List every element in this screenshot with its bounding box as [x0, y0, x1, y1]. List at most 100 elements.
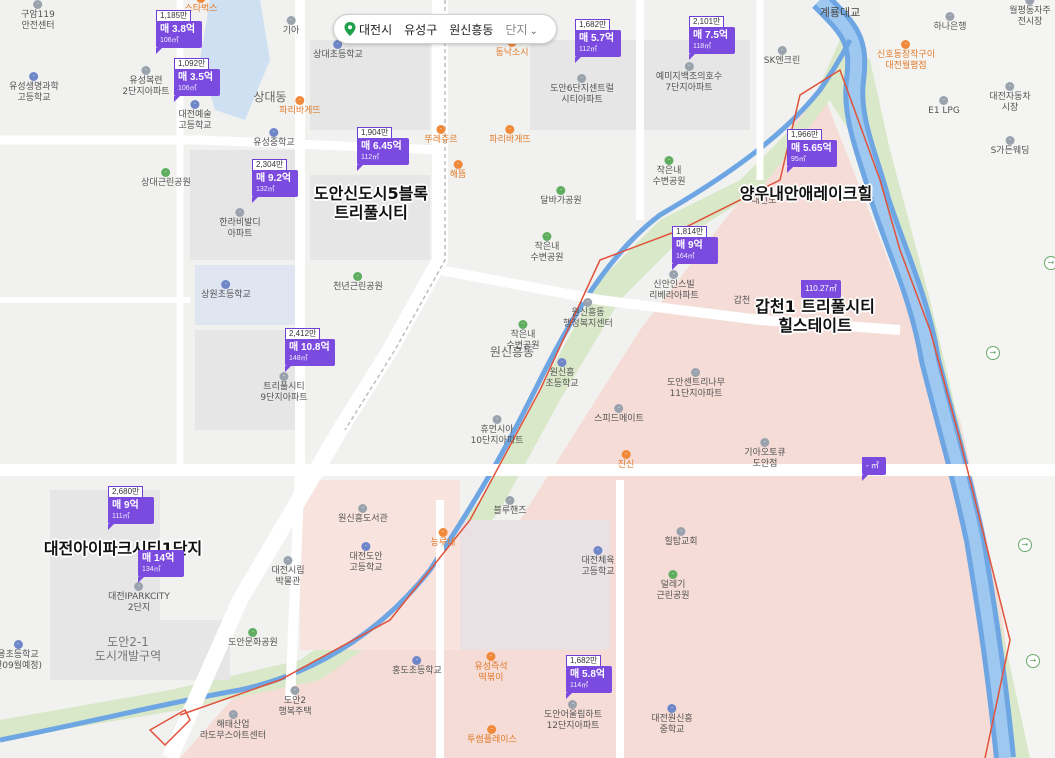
poi-wonsin-elementary[interactable]: · 원신흥 초등학교 — [545, 358, 579, 390]
poi-label: 홍도초등학교 — [392, 666, 442, 676]
poi-kia-autoq[interactable]: · 기아오토큐 도안점 — [744, 438, 786, 470]
wedding-icon: · — [1005, 136, 1015, 145]
price-marker[interactable]: 2,304만 매 9.2억 132㎡ — [252, 159, 298, 203]
poi-community-center[interactable]: · 원신흥동 행정복지센터 — [563, 298, 613, 330]
location-filter-bar[interactable]: 대전시 유성구 원신흥동 단지 ⌄ — [333, 14, 557, 44]
poi-treeful-9[interactable]: · 트리풀시티 9단지아파트 — [260, 372, 308, 404]
poi-doan2-happy-house[interactable]: · 도안2 행복주택 — [278, 686, 312, 718]
price-marker[interactable]: 1,904만 매 6.45억 112㎡ — [357, 127, 409, 171]
price-per-area: 2,412만 — [285, 328, 321, 339]
price-marker[interactable]: 1,682만 매 5.8억 114㎡ — [566, 655, 612, 699]
poi-daejeon-arts-highschool[interactable]: · 대전예술 고등학교 — [178, 100, 212, 132]
poi-sports-highschool[interactable]: · 대전체육 고등학교 — [581, 546, 615, 578]
poi-bluehands[interactable]: · 블루핸즈 — [493, 496, 527, 517]
price-marker[interactable]: 1,682만 매 5.7억 112㎡ — [575, 19, 621, 63]
price-marker[interactable]: 1,814만 매 9억 164㎡ — [672, 226, 718, 270]
poi-sinhodong-grill[interactable]: · 신호동장작구이 대전월평점 — [877, 40, 935, 72]
poi-doan-culture-park[interactable]: · 도안문화공원 — [228, 628, 278, 649]
poi-label: 상원초등학교 — [201, 290, 251, 300]
price-marker[interactable]: 2,101만 매 7.5억 118㎡ — [689, 16, 735, 60]
poi-hilltop-church[interactable]: · 힐탑교회 — [664, 527, 698, 548]
poi-yuseong-tteokbokki[interactable]: · 유성즉석 떡볶이 — [474, 652, 508, 684]
poi-twosome[interactable]: · 투썸플레이스 — [467, 725, 517, 746]
school-icon: · — [269, 128, 279, 137]
district-selector[interactable]: 유성구 — [398, 21, 443, 38]
poi-e1-lpg[interactable]: · E1 LPG — [928, 96, 960, 117]
poi-yemiji-7[interactable]: · 예미지백조의호수 7단지아파트 — [656, 62, 722, 94]
poi-doan-eoullim-12[interactable]: · 도안어울림하트 12단지아파트 — [544, 700, 602, 732]
poi-wolpyeong-showroom[interactable]: · 월평동자주 전시장 — [1009, 0, 1051, 28]
poi-jakeunnae-park-2[interactable]: · 작은내 수변공원 — [530, 232, 564, 264]
poi-kia[interactable]: · 기아 — [283, 16, 299, 37]
poi-label: 대전예술 고등학교 — [178, 110, 212, 131]
poi-hanra-vivaldi[interactable]: · 한라비발디 아파트 — [219, 208, 261, 240]
park-icon: · — [518, 320, 528, 329]
poi-sangdae-park[interactable]: · 상대근린공원 — [141, 168, 191, 189]
poi-wonsin-library[interactable]: · 원신흥도서관 — [338, 504, 388, 525]
poi-yuseong-bio-highschool[interactable]: · 유성생명과학 고등학교 — [9, 72, 59, 104]
poi-neungrune[interactable]: · 능루네 — [431, 528, 455, 549]
poi-label: 하나은행 — [933, 22, 967, 32]
poi-doan-centrenamu-11[interactable]: · 도안센트리나무 11단지아파트 — [667, 368, 725, 400]
poi-deolregi-park[interactable]: · 덜레기 근린공원 — [656, 570, 690, 602]
poi-haetteum[interactable]: · 해뜸 — [450, 160, 466, 181]
poi-hongdo-elementary[interactable]: · 홍도초등학교 — [392, 656, 442, 677]
poi-future-elementary[interactable]: ·용초등학교 년09월예정) — [0, 640, 42, 672]
price-per-area: 2,101만 — [689, 16, 725, 27]
poi-humansia-10[interactable]: · 휴먼시아 10단지아파트 — [471, 415, 523, 447]
poi-label: 상대근린공원 — [141, 178, 191, 188]
price-marker[interactable]: 1,185만 매 3.8억 106㎡ — [156, 10, 202, 54]
poi-paris-baguette-2[interactable]: · 파리바게뜨 — [489, 125, 531, 146]
poi-yuseong-middle[interactable]: · 유성중학교 — [253, 128, 295, 149]
poi-speedmate[interactable]: · 스피드메이트 — [594, 404, 644, 425]
poi-jakeunnae-park-3[interactable]: · 작은내 수변공원 — [506, 320, 540, 352]
poi-label: 상대초등학교 — [313, 50, 363, 60]
poi-doan6-central[interactable]: · 도안6단지센트럴 시티아파트 — [550, 74, 614, 106]
poi-dalbaga-park[interactable]: · 달바가공원 — [540, 186, 582, 207]
price-marker[interactable]: 1,966만 매 5.65억 95㎡ — [787, 129, 837, 173]
poi-iparkcity-2[interactable]: · 대전IPARKCITY 2단지 — [108, 582, 170, 614]
complex-label-doan5-treeful[interactable]: 도안신도시5블록 트리풀시티 — [314, 184, 428, 222]
price-per-area: 1,682만 — [566, 655, 602, 666]
poi-doan-highschool[interactable]: · 대전도안 고등학교 — [349, 542, 383, 574]
poi-haetae-art-center[interactable]: · 해태산업 라도무스아트센터 — [200, 710, 266, 742]
poi-paris-baguette-1[interactable]: · 파리바게뜨 — [279, 96, 321, 117]
apartment-icon: · — [492, 415, 502, 424]
poi-jinsin[interactable]: · 진신 — [618, 450, 634, 471]
car-icon: · — [286, 16, 296, 25]
car-repair-icon: · — [614, 404, 624, 413]
poi-sk-enclean[interactable]: · SK엔크린 — [764, 46, 800, 67]
poi-s-garden[interactable]: · S가든웨딩 — [991, 136, 1029, 157]
complex-filter-dropdown[interactable]: 단지 ⌄ — [499, 21, 543, 38]
sale-price: - ㎡ — [866, 461, 879, 470]
price-marker[interactable]: 1,092만 매 3.5억 106㎡ — [174, 58, 220, 102]
poi-city-museum[interactable]: · 대전시립 박물관 — [271, 556, 305, 588]
poi-tous-les-jours[interactable]: · 뚜레쥬르 — [424, 125, 458, 146]
price-marker[interactable]: 매 14억 134㎡ — [138, 550, 184, 583]
poi-label: 뚜레쥬르 — [424, 135, 458, 145]
poi-jakeunnae-park-1[interactable]: · 작은내 수변공원 — [652, 156, 686, 188]
poi-wonsin-middle[interactable]: · 대전원신흥 중학교 — [651, 704, 693, 736]
poi-car-market[interactable]: · 대전자동차 시장 — [989, 82, 1031, 114]
poi-sinan-inscville[interactable]: · 신안인스빌 리베라아파트 — [649, 270, 699, 302]
poi-yuseong-bokryeon[interactable]: · 유성복련 2단지아파트 — [122, 66, 170, 98]
city-selector[interactable]: 대전시 — [359, 21, 398, 38]
price-marker[interactable]: 2,412만 매 10.8억 148㎡ — [285, 328, 335, 372]
dong-selector[interactable]: 원신흥동 — [443, 21, 499, 38]
price-marker[interactable]: - ㎡ — [862, 457, 886, 481]
complex-label-gapcheon1[interactable]: 갑천1 트리풀시티 힐스테이트 — [755, 297, 875, 335]
price-marker[interactable]: 110.27㎡ — [801, 280, 841, 298]
complex-label-yangu-lakehill[interactable]: 양우내안애레이크힐 — [740, 184, 872, 203]
car-icon: · — [1025, 0, 1035, 5]
price-marker[interactable]: 2,680만 매 9억 111㎡ — [108, 486, 154, 530]
poi-label: SK엔크린 — [763, 56, 801, 66]
poi-label: 작은내 수변공원 — [652, 166, 686, 187]
poi-sangwon-elementary[interactable]: · 상원초등학교 — [201, 280, 251, 301]
poi-label: 해태산업 라도무스아트센터 — [199, 720, 267, 741]
poi-cheonnyeon-park[interactable]: · 천년근린공원 — [333, 272, 383, 293]
poi-hana-bank[interactable]: · 하나은행 — [933, 12, 967, 33]
poi-gapcheon-label: 갑천 — [734, 296, 751, 307]
route-marker-icon: → — [1044, 256, 1055, 270]
restaurant-icon: · — [901, 40, 911, 49]
poi-fire-station[interactable]: · 구암119 안전센터 — [21, 0, 55, 32]
